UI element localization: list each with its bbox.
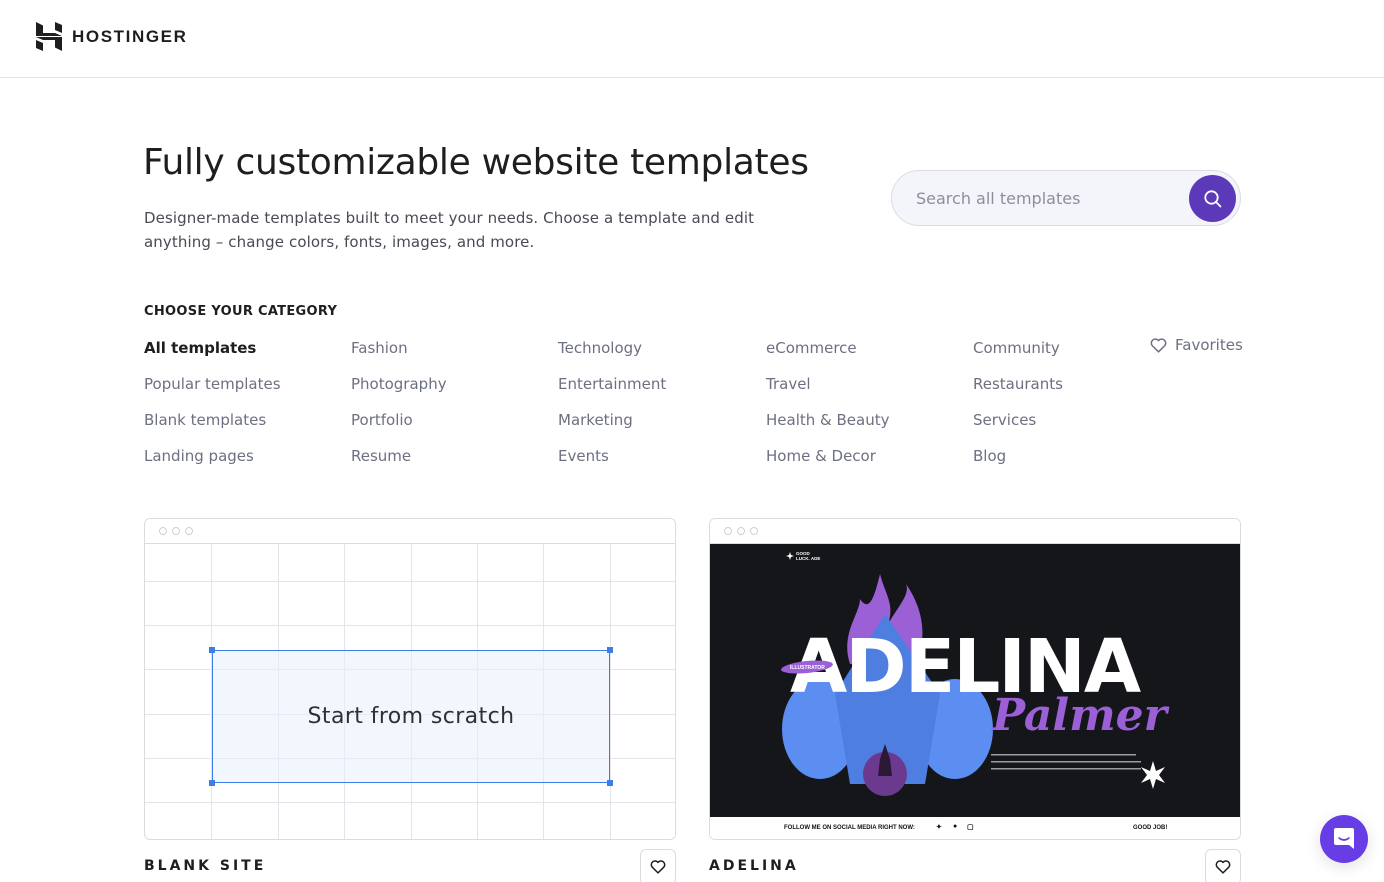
category-home-decor[interactable]: Home & Decor xyxy=(766,445,889,481)
search-input[interactable] xyxy=(916,171,1186,225)
grid-line xyxy=(610,544,611,839)
category-travel[interactable]: Travel xyxy=(766,373,889,409)
hostinger-logo-icon xyxy=(36,22,62,51)
resize-handle xyxy=(209,780,215,786)
category-column-5: Community Restaurants Services Blog xyxy=(973,337,1063,481)
window-dots xyxy=(724,527,758,535)
grid-line xyxy=(145,625,675,626)
favorites-link[interactable]: Favorites xyxy=(1150,336,1243,354)
category-blank-templates[interactable]: Blank templates xyxy=(144,409,281,445)
category-popular-templates[interactable]: Popular templates xyxy=(144,373,281,409)
window-dots xyxy=(159,527,193,535)
window-dot xyxy=(185,527,193,535)
favorites-label: Favorites xyxy=(1175,336,1243,354)
category-entertainment[interactable]: Entertainment xyxy=(558,373,666,409)
category-column-4: eCommerce Travel Health & Beauty Home & … xyxy=(766,337,889,481)
instagram-icon: ▢ xyxy=(967,824,974,831)
twitter-icon: ✦ xyxy=(936,824,942,831)
template-card-blank-site[interactable]: Start from scratch xyxy=(144,518,676,840)
browser-bar xyxy=(145,519,675,544)
category-technology[interactable]: Technology xyxy=(558,337,666,373)
category-portfolio[interactable]: Portfolio xyxy=(351,409,447,445)
good-job-text: GOOD JOB! xyxy=(1133,825,1168,831)
start-from-scratch-label: Start from scratch xyxy=(307,704,515,729)
favorite-button-blank-site[interactable] xyxy=(640,849,676,882)
top-header: HOSTINGER xyxy=(0,0,1384,78)
adelina-preview-image: GOOD LUCK. ADE ADELINA Palmer ILLUSTRATO… xyxy=(710,544,1240,817)
page-description: Designer-made templates built to meet yo… xyxy=(144,209,755,251)
search-icon xyxy=(1203,189,1221,207)
template-card-adelina[interactable]: GOOD LUCK. ADE ADELINA Palmer ILLUSTRATO… xyxy=(709,518,1241,840)
category-column-3: Technology Entertainment Marketing Event… xyxy=(558,337,666,481)
template-name-blank-site[interactable]: BLANK SITE xyxy=(144,858,266,874)
category-blog[interactable]: Blog xyxy=(973,445,1063,481)
heart-icon xyxy=(650,860,666,874)
category-heading: CHOOSE YOUR CATEGORY xyxy=(144,304,338,319)
page-title: Fully customizable website templates xyxy=(143,142,809,183)
category-services[interactable]: Services xyxy=(973,409,1063,445)
category-ecommerce[interactable]: eCommerce xyxy=(766,337,889,373)
chat-icon xyxy=(1334,828,1354,849)
blank-grid: Start from scratch xyxy=(145,544,675,839)
start-from-scratch-box[interactable]: Start from scratch xyxy=(209,647,613,786)
resize-handle xyxy=(607,780,613,786)
grid-line xyxy=(145,802,675,803)
category-landing-pages[interactable]: Landing pages xyxy=(144,445,281,481)
adelina-artwork: GOOD LUCK. ADE ADELINA Palmer ILLUSTRATO… xyxy=(781,551,1170,796)
category-community[interactable]: Community xyxy=(973,337,1063,373)
window-dot xyxy=(737,527,745,535)
chat-widget-button[interactable] xyxy=(1320,815,1368,863)
brand-name: HOSTINGER xyxy=(72,26,188,46)
window-dot xyxy=(750,527,758,535)
svg-text:LUCK. ADE: LUCK. ADE xyxy=(796,556,820,561)
sparkle-icon xyxy=(786,552,794,560)
window-dot xyxy=(724,527,732,535)
resize-handle xyxy=(209,647,215,653)
category-restaurants[interactable]: Restaurants xyxy=(973,373,1063,409)
category-column-2: Fashion Photography Portfolio Resume xyxy=(351,337,447,481)
category-resume[interactable]: Resume xyxy=(351,445,447,481)
hostinger-logo[interactable]: HOSTINGER xyxy=(36,22,187,51)
category-health-beauty[interactable]: Health & Beauty xyxy=(766,409,889,445)
star-icon xyxy=(1141,761,1165,789)
adelina-preview-footer: FOLLOW ME ON SOCIAL MEDIA RIGHT NOW: ✦ ●… xyxy=(710,817,1240,839)
window-dot xyxy=(159,527,167,535)
script-text: Palmer xyxy=(990,690,1170,741)
template-name-adelina[interactable]: ADELINA xyxy=(709,858,799,874)
facebook-icon: ● xyxy=(953,823,958,830)
search-button[interactable] xyxy=(1189,175,1236,222)
resize-handle xyxy=(607,647,613,653)
social-follow-text: FOLLOW ME ON SOCIAL MEDIA RIGHT NOW: xyxy=(784,825,915,831)
category-all-templates[interactable]: All templates xyxy=(144,337,281,373)
browser-bar xyxy=(710,519,1240,544)
category-fashion[interactable]: Fashion xyxy=(351,337,447,373)
heart-icon xyxy=(1215,860,1231,874)
template-search xyxy=(891,170,1241,226)
grid-line xyxy=(145,581,675,582)
category-marketing[interactable]: Marketing xyxy=(558,409,666,445)
category-photography[interactable]: Photography xyxy=(351,373,447,409)
window-dot xyxy=(172,527,180,535)
category-column-1: All templates Popular templates Blank te… xyxy=(144,337,281,481)
heart-icon xyxy=(1150,337,1167,353)
svg-text:ILLUSTRATOR: ILLUSTRATOR xyxy=(790,665,825,671)
favorite-button-adelina[interactable] xyxy=(1205,849,1241,882)
category-events[interactable]: Events xyxy=(558,445,666,481)
